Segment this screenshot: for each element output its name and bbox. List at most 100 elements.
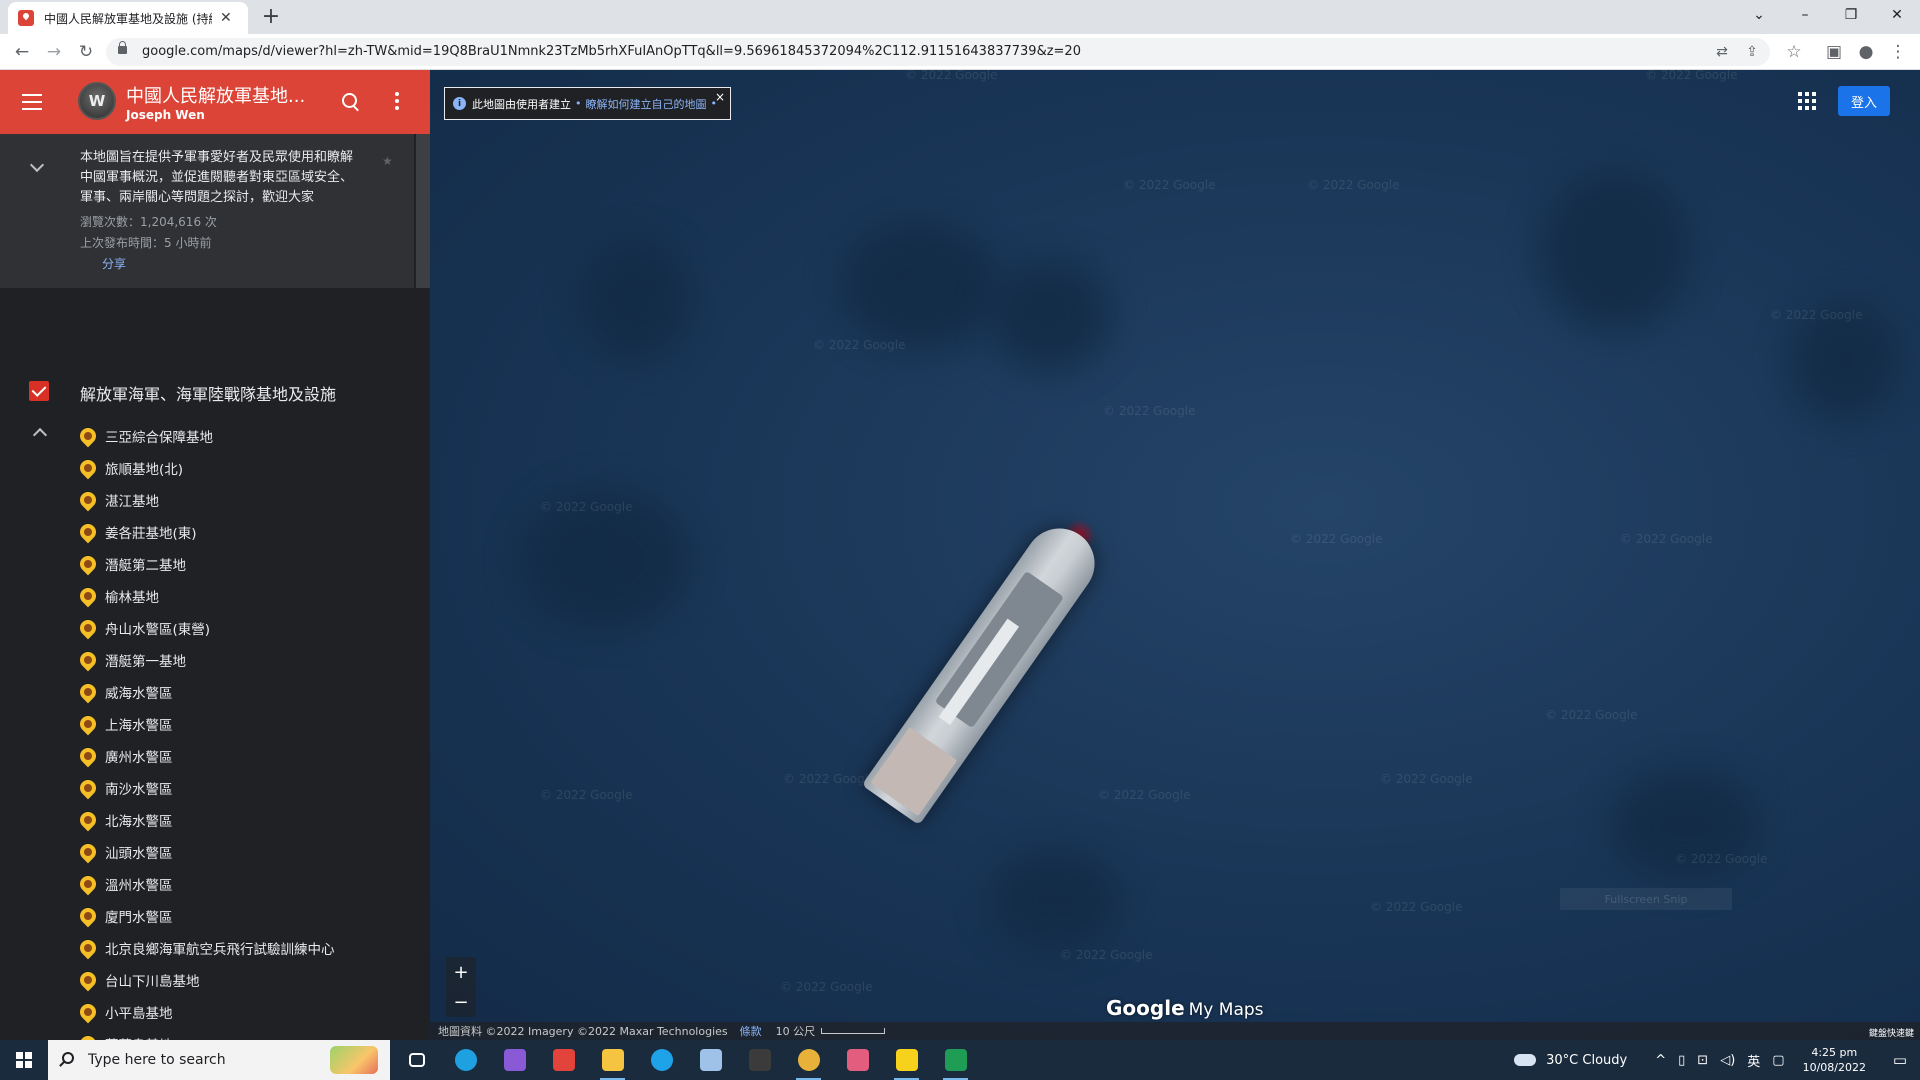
place-list-item[interactable]: 廣州水警區	[76, 740, 420, 772]
battery-icon[interactable]: ▯	[1678, 1053, 1685, 1068]
address-bar[interactable]: google.com/maps/d/viewer?hl=zh-TW&mid=19…	[106, 38, 1770, 66]
place-list-item[interactable]: 三亞綜合保障基地	[76, 420, 420, 452]
menu-icon[interactable]	[22, 94, 42, 110]
back-arrow-icon[interactable]: ←	[10, 40, 34, 64]
place-list-item[interactable]: 姜各莊基地(東)	[76, 516, 420, 548]
map-watermark: © 2022 Google	[1123, 178, 1216, 192]
chrome-menu-icon[interactable]: ⋮	[1886, 40, 1910, 64]
place-list-item[interactable]: 上海水警區	[76, 708, 420, 740]
sidebar-header: W 中國人民解放軍基地... Joseph Wen	[0, 70, 430, 134]
excel-icon[interactable]	[931, 1040, 980, 1080]
tab-close-icon[interactable]: ✕	[220, 10, 232, 26]
place-name: 台山下川島基地	[105, 974, 200, 990]
map-watermark: © 2022 Google	[813, 338, 906, 352]
map-description: 本地圖旨在提供予軍事愛好者及民眾使用和瞭解中國軍事概況，並促進閱聽者對東亞區域安…	[80, 150, 354, 205]
search-icon[interactable]	[339, 90, 363, 114]
place-list-item[interactable]: 舟山水警區(東營)	[76, 612, 420, 644]
skype-icon[interactable]	[637, 1040, 686, 1080]
weather-widget[interactable]: 30°C Cloudy	[1514, 1053, 1627, 1068]
file-explorer-icon-glyph	[601, 1049, 624, 1071]
ime-mode-icon[interactable]: ▢	[1772, 1053, 1784, 1068]
layer-name[interactable]: 解放軍海軍、海軍陸戰隊基地及設施	[80, 381, 336, 405]
description-scrollbar[interactable]	[416, 134, 430, 288]
reload-icon[interactable]: ↻	[74, 40, 98, 64]
network-icon[interactable]: ⊡	[1697, 1053, 1708, 1068]
place-list-item[interactable]: 威海水警區	[76, 676, 420, 708]
maximize-icon[interactable]: ❐	[1828, 0, 1874, 30]
show-hidden-icons-chevron-icon[interactable]: ^	[1655, 1053, 1666, 1068]
zoom-in-button[interactable]: +	[446, 957, 476, 987]
google-my-maps-logo: Google My Maps	[1106, 996, 1264, 1020]
place-list-item[interactable]: 湛江基地	[76, 484, 420, 516]
place-list-item[interactable]: 汕頭水警區	[76, 836, 420, 868]
place-list-item[interactable]: 溫州水警區	[76, 868, 420, 900]
place-list-item[interactable]: 廈門水警區	[76, 900, 420, 932]
zoom-out-button[interactable]: −	[446, 987, 476, 1017]
translate-icon[interactable]: ⇄	[1712, 42, 1732, 62]
place-list-item[interactable]: 榆林基地	[76, 580, 420, 612]
ime-indicator[interactable]: 英	[1747, 1051, 1760, 1070]
visual-studio-icon[interactable]	[490, 1040, 539, 1080]
taskbar-search-box[interactable]: Type here to search	[48, 1040, 390, 1080]
notice-text: 此地圖由使用者建立	[472, 97, 571, 111]
share-link[interactable]: 分享	[102, 255, 126, 272]
taskbar-clock[interactable]: 4:25 pm 10/08/2022	[1803, 1045, 1866, 1075]
app-red-icon[interactable]	[539, 1040, 588, 1080]
place-name: 溫州水警區	[105, 878, 173, 894]
author-avatar: W	[78, 82, 116, 120]
scale-label[interactable]: 10 公尺	[776, 1023, 816, 1039]
terminal-icon[interactable]	[735, 1040, 784, 1080]
minimize-icon[interactable]: –	[1782, 0, 1828, 30]
place-name: 榆林基地	[105, 590, 159, 606]
place-list-item[interactable]: 旅順基地(北)	[76, 452, 420, 484]
layer-visibility-checkbox[interactable]	[29, 381, 49, 401]
task-view-icon[interactable]	[392, 1040, 441, 1080]
terminal-icon-glyph	[748, 1049, 771, 1071]
chevron-up-icon[interactable]	[32, 427, 48, 443]
edge-icon[interactable]	[441, 1040, 490, 1080]
clock-date: 10/08/2022	[1802, 1061, 1866, 1074]
place-list-item[interactable]: 小平島基地	[76, 996, 420, 1028]
sticky-notes-icon[interactable]	[882, 1040, 931, 1080]
bookmark-star-icon[interactable]: ☆	[1782, 40, 1806, 64]
browser-tab[interactable]: 中國人民解放軍基地及設施 (持續 ✕	[8, 2, 248, 34]
notification-icon[interactable]: ▭	[1880, 1040, 1920, 1080]
google-apps-icon[interactable]	[1798, 92, 1816, 110]
close-window-icon[interactable]: ✕	[1874, 0, 1920, 30]
profile-icon[interactable]: ●	[1854, 40, 1878, 64]
place-list-item[interactable]: 南沙水警區	[76, 772, 420, 804]
new-tab-button[interactable]: +	[258, 4, 284, 29]
terms-link[interactable]: 條款	[740, 1023, 762, 1039]
learn-create-map-link[interactable]: 瞭解如何建立自己的地圖	[586, 96, 707, 112]
place-list-item[interactable]: 葫蘆島基地	[76, 1028, 420, 1040]
fullscreen-snip-overlay: Fullscreen Snip	[1560, 888, 1732, 910]
place-list-item[interactable]: 潛艇第二基地	[76, 548, 420, 580]
forward-arrow-icon[interactable]: →	[42, 40, 66, 64]
user-created-map-notice: i 此地圖由使用者建立 • 瞭解如何建立自己的地圖 • ×	[444, 87, 731, 120]
keyboard-shortcuts-link[interactable]: 鍵盤快速鍵	[1869, 1026, 1914, 1039]
share-icon[interactable]: ⇪	[1742, 42, 1762, 62]
chrome-icon[interactable]	[784, 1040, 833, 1080]
app-blue-icon[interactable]	[686, 1040, 735, 1080]
notice-close-icon[interactable]: ×	[715, 90, 725, 104]
star-icon[interactable]: ★	[382, 154, 393, 168]
skype-icon-glyph	[650, 1049, 673, 1071]
place-list-item[interactable]: 潛艇第一基地	[76, 644, 420, 676]
map-watermark: © 2022 Google	[1675, 852, 1768, 866]
place-list-item[interactable]: 北京良鄉海軍航空兵飛行試驗訓練中心	[76, 932, 420, 964]
sign-in-button[interactable]: 登入	[1838, 86, 1890, 116]
place-name: 汕頭水警區	[105, 846, 173, 862]
more-options-icon[interactable]	[395, 92, 399, 110]
tab-search-chevron-icon[interactable]: ⌄	[1736, 0, 1782, 30]
extensions-icon[interactable]: ▣	[1822, 40, 1846, 64]
map-watermark: © 2022 Google	[1370, 900, 1463, 914]
start-button[interactable]	[0, 1040, 48, 1080]
file-explorer-icon[interactable]	[588, 1040, 637, 1080]
url-text[interactable]: google.com/maps/d/viewer?hl=zh-TW&mid=19…	[142, 44, 1081, 59]
place-list-item[interactable]: 北海水警區	[76, 804, 420, 836]
place-name: 威海水警區	[105, 686, 173, 702]
windows-logo-icon	[16, 1052, 32, 1068]
snipping-tool-icon[interactable]	[833, 1040, 882, 1080]
volume-icon[interactable]: ◁)	[1720, 1053, 1735, 1068]
place-list-item[interactable]: 台山下川島基地	[76, 964, 420, 996]
